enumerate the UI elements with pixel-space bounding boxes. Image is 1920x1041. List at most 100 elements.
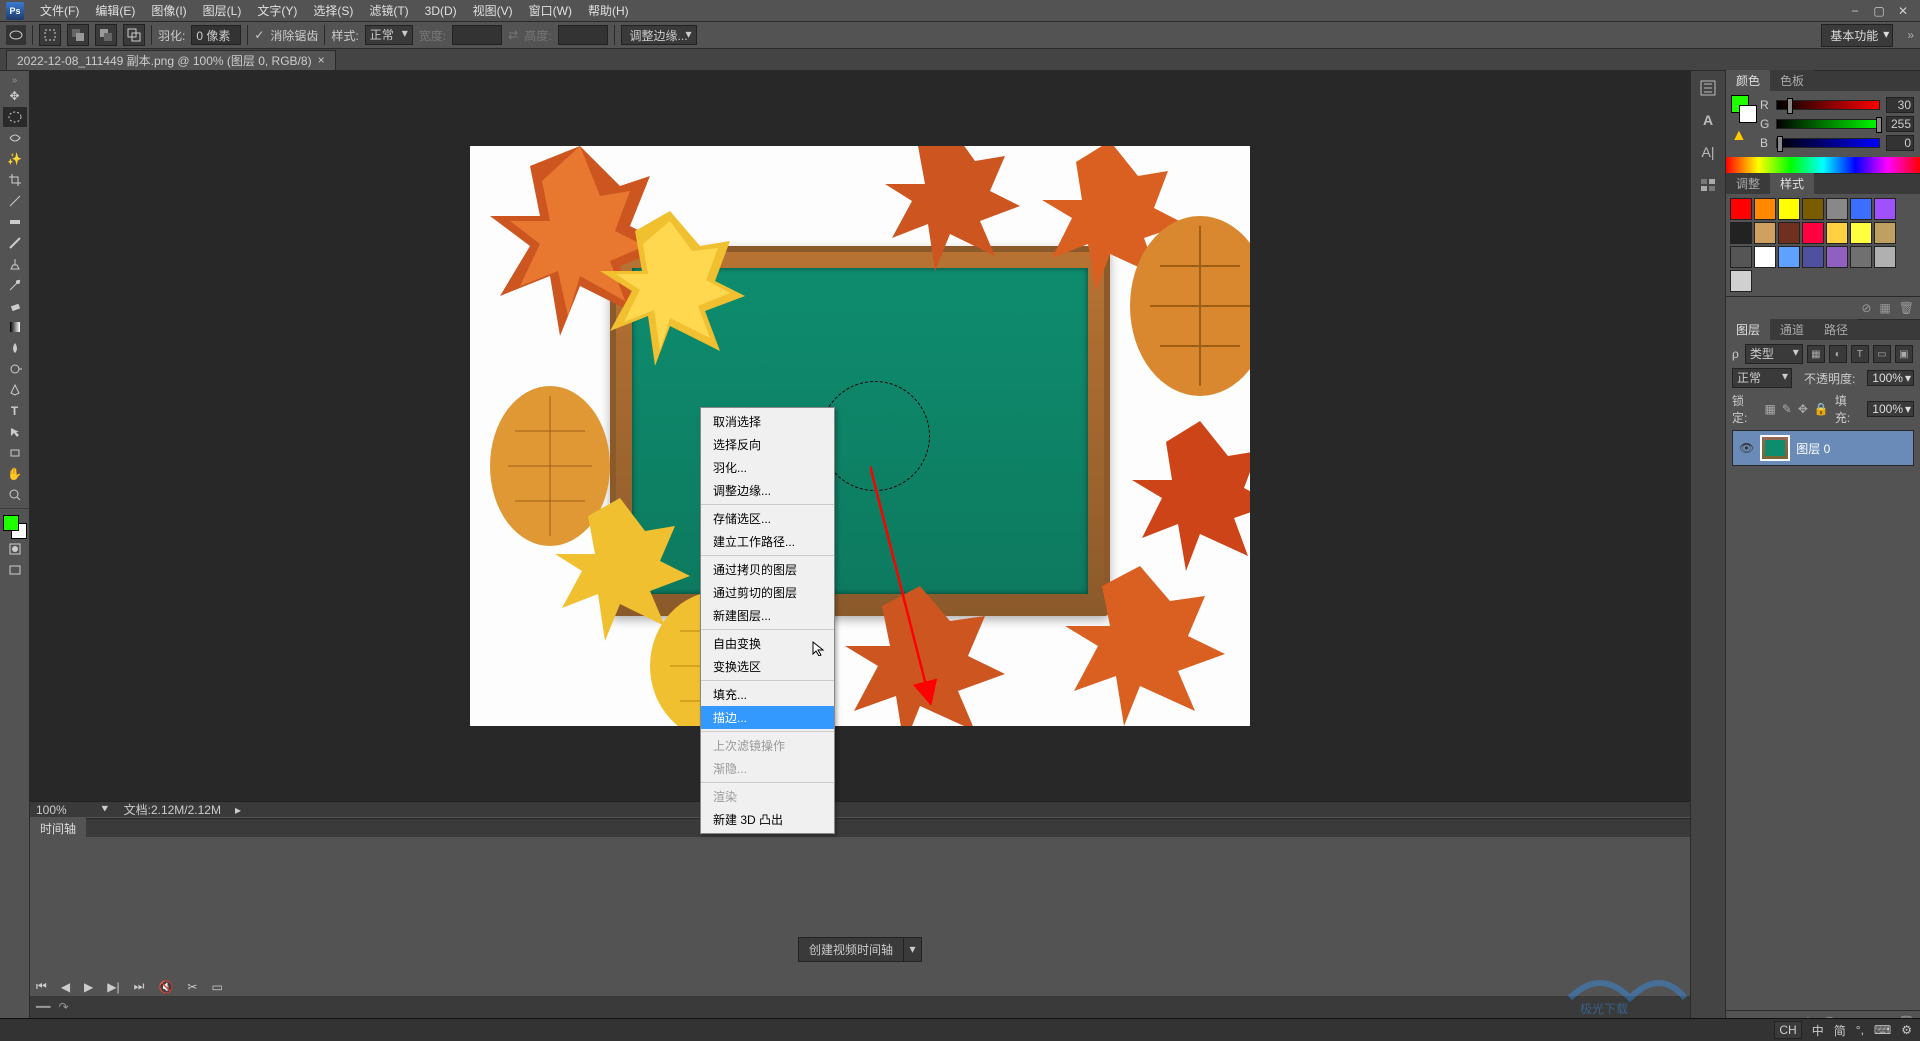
blur-tool-icon[interactable] — [3, 338, 27, 358]
zoom-menu-icon[interactable]: ⯆ — [100, 802, 110, 817]
timeline-zoom-out-icon[interactable]: ━━ — [36, 1000, 50, 1014]
tab-adjustments[interactable]: 调整 — [1726, 173, 1770, 194]
cm-transform-selection[interactable]: 变换选区 — [701, 655, 834, 678]
create-timeline-dropdown[interactable]: ▾ — [904, 937, 922, 962]
cm-save-selection[interactable]: 存储选区... — [701, 507, 834, 530]
menu-file[interactable]: 文件(F) — [32, 2, 87, 19]
cm-stroke[interactable]: 描边... — [701, 706, 834, 729]
lasso-tool-icon[interactable] — [3, 128, 27, 148]
visibility-icon[interactable]: 👁 — [1739, 441, 1754, 455]
filter-type-icon[interactable]: T — [1851, 345, 1869, 363]
pen-tool-icon[interactable] — [3, 380, 27, 400]
ime-simplified[interactable]: 简 — [1834, 1022, 1846, 1039]
selection-subtract-icon[interactable] — [95, 24, 117, 46]
cm-make-work-path[interactable]: 建立工作路径... — [701, 530, 834, 553]
doc-info-menu-icon[interactable]: ▸ — [235, 803, 241, 817]
clear-style-icon[interactable]: ⊘ — [1861, 301, 1871, 315]
ime-settings-icon[interactable]: ⚙ — [1901, 1023, 1912, 1037]
menu-3d[interactable]: 3D(D) — [417, 4, 465, 18]
gradient-tool-icon[interactable] — [3, 317, 27, 337]
canvas[interactable] — [470, 146, 1250, 726]
layer-item[interactable]: 👁 图层 0 — [1733, 431, 1913, 465]
menu-filter[interactable]: 滤镜(T) — [361, 2, 416, 19]
style-swatch[interactable] — [1874, 198, 1896, 220]
transition-icon[interactable]: ▭ — [211, 980, 222, 994]
eyedropper-tool-icon[interactable] — [3, 191, 27, 211]
menu-layer[interactable]: 图层(L) — [195, 2, 250, 19]
style-swatch[interactable] — [1826, 222, 1848, 244]
tab-styles[interactable]: 样式 — [1770, 173, 1814, 194]
style-swatch[interactable] — [1850, 222, 1872, 244]
minimize-icon[interactable]: − — [1844, 2, 1866, 20]
paragraph-panel-icon[interactable]: A| — [1697, 141, 1719, 163]
cm-new-3d-extrusion[interactable]: 新建 3D 凸出 — [701, 808, 834, 831]
style-swatch[interactable] — [1850, 246, 1872, 268]
menu-select[interactable]: 选择(S) — [305, 2, 361, 19]
tab-close-icon[interactable]: × — [318, 53, 325, 67]
cm-select-inverse[interactable]: 选择反向 — [701, 433, 834, 456]
tab-paths[interactable]: 路径 — [1814, 319, 1858, 340]
style-swatch[interactable] — [1778, 246, 1800, 268]
selection-add-icon[interactable] — [67, 24, 89, 46]
brush-tool-icon[interactable] — [3, 233, 27, 253]
dodge-tool-icon[interactable] — [3, 359, 27, 379]
style-swatch[interactable] — [1802, 198, 1824, 220]
zoom-tool-icon[interactable] — [3, 485, 27, 505]
cm-new-layer[interactable]: 新建图层... — [701, 604, 834, 627]
menu-image[interactable]: 图像(I) — [143, 2, 194, 19]
color-ramp[interactable] — [1726, 157, 1920, 173]
tab-color[interactable]: 颜色 — [1726, 70, 1770, 91]
feather-input[interactable] — [191, 25, 241, 45]
swatches-panel-icon[interactable] — [1697, 173, 1719, 195]
style-swatch[interactable] — [1730, 198, 1752, 220]
ime-lang[interactable]: CH — [1774, 1021, 1801, 1039]
ime-symbol-icon[interactable]: °, — [1856, 1023, 1864, 1037]
move-tool-icon[interactable]: ✥ — [3, 86, 27, 106]
menu-edit[interactable]: 编辑(E) — [87, 2, 143, 19]
menu-help[interactable]: 帮助(H) — [580, 2, 637, 19]
doc-info[interactable]: 文档:2.12M/2.12M — [124, 801, 221, 818]
hand-tool-icon[interactable]: ✋ — [3, 464, 27, 484]
style-swatch[interactable] — [1730, 270, 1752, 292]
opacity-value[interactable]: 100% — [1867, 370, 1914, 386]
audio-mute-icon[interactable]: 🔇 — [158, 980, 173, 994]
foreground-color-swatch[interactable] — [3, 515, 19, 531]
type-tool-icon[interactable]: T — [3, 401, 27, 421]
filter-shape-icon[interactable]: ▭ — [1873, 345, 1891, 363]
style-swatch[interactable] — [1754, 222, 1776, 244]
antialias-check-icon[interactable]: ✓ — [254, 28, 264, 42]
cm-layer-via-cut[interactable]: 通过剪切的图层 — [701, 581, 834, 604]
layer-name[interactable]: 图层 0 — [1796, 440, 1830, 457]
style-swatch[interactable] — [1730, 222, 1752, 244]
prev-frame-icon[interactable]: ◀ — [61, 980, 70, 994]
b-slider[interactable] — [1776, 138, 1880, 148]
create-timeline-button[interactable]: 创建视频时间轴 — [798, 937, 904, 962]
selection-intersect-icon[interactable] — [123, 24, 145, 46]
style-swatch[interactable] — [1754, 198, 1776, 220]
ime-keyboard-icon[interactable]: ⌨ — [1874, 1023, 1891, 1037]
lock-pixels-icon[interactable]: ✎ — [1782, 402, 1792, 416]
menu-view[interactable]: 视图(V) — [465, 2, 521, 19]
cm-feather[interactable]: 羽化... — [701, 456, 834, 479]
ime-mode[interactable]: 中 — [1812, 1022, 1824, 1039]
wand-tool-icon[interactable]: ✨ — [3, 149, 27, 169]
r-slider[interactable] — [1776, 100, 1880, 110]
zoom-value[interactable]: 100% — [36, 803, 86, 817]
maximize-icon[interactable]: ▢ — [1868, 2, 1890, 20]
stamp-tool-icon[interactable] — [3, 254, 27, 274]
quick-mask-icon[interactable] — [3, 539, 27, 559]
cut-icon[interactable]: ✂ — [187, 980, 197, 994]
cm-deselect[interactable]: 取消选择 — [701, 410, 834, 433]
screen-mode-icon[interactable] — [3, 560, 27, 580]
new-style-icon[interactable]: ▦ — [1879, 301, 1890, 315]
lock-transparency-icon[interactable]: ▦ — [1764, 402, 1775, 416]
expand-icon[interactable]: » — [1907, 28, 1914, 42]
tab-swatches[interactable]: 色板 — [1770, 70, 1814, 91]
adjust-edges-button[interactable]: 调整边缘... — [621, 25, 697, 45]
heal-tool-icon[interactable] — [3, 212, 27, 232]
toolbox-collapse-icon[interactable]: » — [12, 75, 18, 86]
filter-adjust-icon[interactable]: ◐ — [1829, 345, 1847, 363]
style-swatch[interactable] — [1730, 246, 1752, 268]
filter-smart-icon[interactable]: ▣ — [1895, 345, 1913, 363]
character-panel-icon[interactable]: A — [1697, 109, 1719, 131]
